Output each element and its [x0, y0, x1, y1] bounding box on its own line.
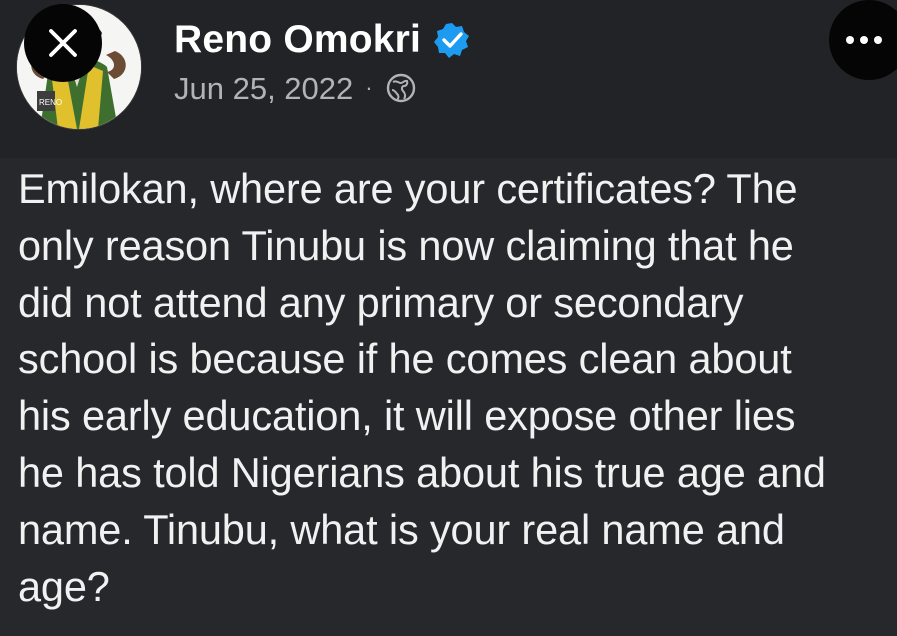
post-meta-row: Jun 25, 2022 ·	[174, 72, 417, 104]
close-icon	[49, 29, 77, 57]
meta-separator: ·	[365, 75, 373, 100]
post-date[interactable]: Jun 25, 2022	[174, 73, 353, 104]
post-screen: RENO Reno Omokri Jun 25, 2022 · Emilokan…	[0, 0, 897, 636]
globe-icon[interactable]	[385, 72, 417, 104]
more-options-icon	[846, 36, 882, 44]
avatar-badge-text: RENO	[39, 98, 62, 107]
close-button[interactable]	[24, 4, 102, 82]
more-options-button[interactable]	[829, 0, 897, 80]
verified-badge-icon	[434, 22, 470, 58]
author-row: Reno Omokri	[174, 20, 471, 59]
author-name[interactable]: Reno Omokri	[174, 20, 421, 59]
post-body-text: Emilokan, where are your certificates? T…	[18, 165, 826, 610]
